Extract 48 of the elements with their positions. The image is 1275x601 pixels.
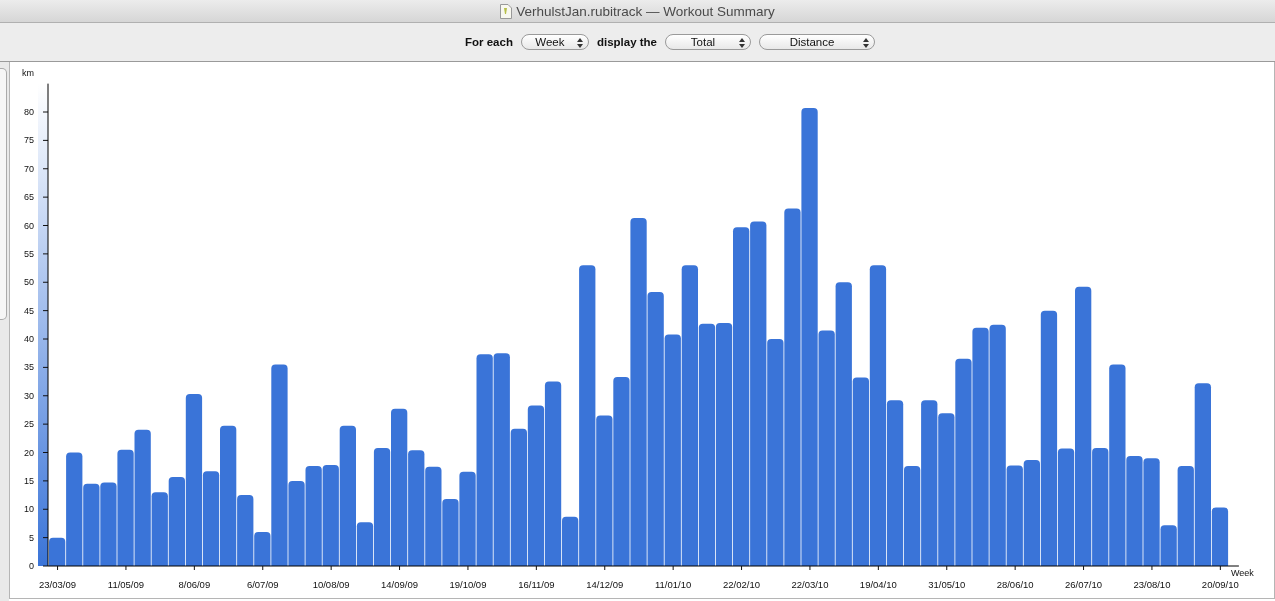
x-tick-label: 31/05/10 [928, 579, 966, 590]
y-tick-label: 30 [24, 390, 34, 401]
period-dropdown[interactable]: Week [520, 34, 589, 50]
y-tick-label: 65 [24, 192, 34, 203]
x-tick-label: 19/10/09 [449, 579, 487, 590]
x-tick-label: 10/08/09 [312, 579, 350, 590]
x-tick-label: 23/08/10 [1133, 579, 1171, 590]
y-tick-label: 25 [24, 419, 34, 430]
x-tick-label: 16/11/09 [518, 579, 555, 590]
y-tick-label: 5 [29, 532, 34, 543]
x-tick-label: 14/09/09 [381, 579, 419, 590]
for-each-label: For each [465, 36, 513, 48]
x-tick-label: 11/05/09 [107, 579, 145, 590]
x-axis-label: Week [1230, 568, 1254, 578]
stepper-arrows-icon [739, 38, 745, 48]
y-tick-label: 0 [29, 561, 34, 571]
y-tick-label: 50 [24, 277, 34, 288]
y-tick-label: 45 [24, 305, 34, 316]
x-tick-label: 6/07/09 [246, 579, 279, 590]
x-tick-label: 19/04/10 [859, 579, 897, 590]
x-tick-label: 22/02/10 [723, 579, 761, 590]
document-icon [500, 3, 513, 19]
x-tick-label: 11/01/10 [655, 579, 692, 590]
y-tick-label: 10 [24, 504, 34, 515]
y-tick-label: 55 [24, 248, 34, 259]
x-tick-label: 22/03/10 [791, 579, 829, 590]
window-title: VerhulstJan.rubitrack — Workout Summary [516, 3, 775, 19]
y-tick-label: 80 [24, 107, 34, 117]
x-tick-label: 14/12/09 [586, 579, 624, 590]
stepper-arrows-icon [576, 38, 583, 48]
y-tick-label: 60 [24, 220, 34, 231]
x-tick-label: 28/06/10 [996, 579, 1034, 590]
stepper-arrows-icon [863, 38, 869, 48]
x-tick-label: 23/03/09 [39, 579, 77, 590]
x-tick-label: 26/07/10 [1065, 579, 1103, 590]
y-tick-label: 20 [24, 447, 34, 458]
y-tick-label: 70 [24, 163, 34, 174]
scrollbar[interactable] [0, 68, 7, 320]
x-tick-label: 20/09/10 [1201, 579, 1239, 590]
y-tick-label: 75 [24, 135, 34, 146]
x-tick-label: 8/06/09 [178, 579, 211, 590]
aggregate-dropdown[interactable]: Total [665, 34, 751, 50]
metric-dropdown[interactable]: Distance [759, 34, 875, 50]
y-axis-label: km [22, 68, 34, 78]
y-tick-label: 35 [24, 362, 34, 373]
y-tick-label: 40 [24, 334, 34, 344]
y-tick-label: 15 [24, 475, 34, 486]
display-label: display the [596, 36, 657, 48]
